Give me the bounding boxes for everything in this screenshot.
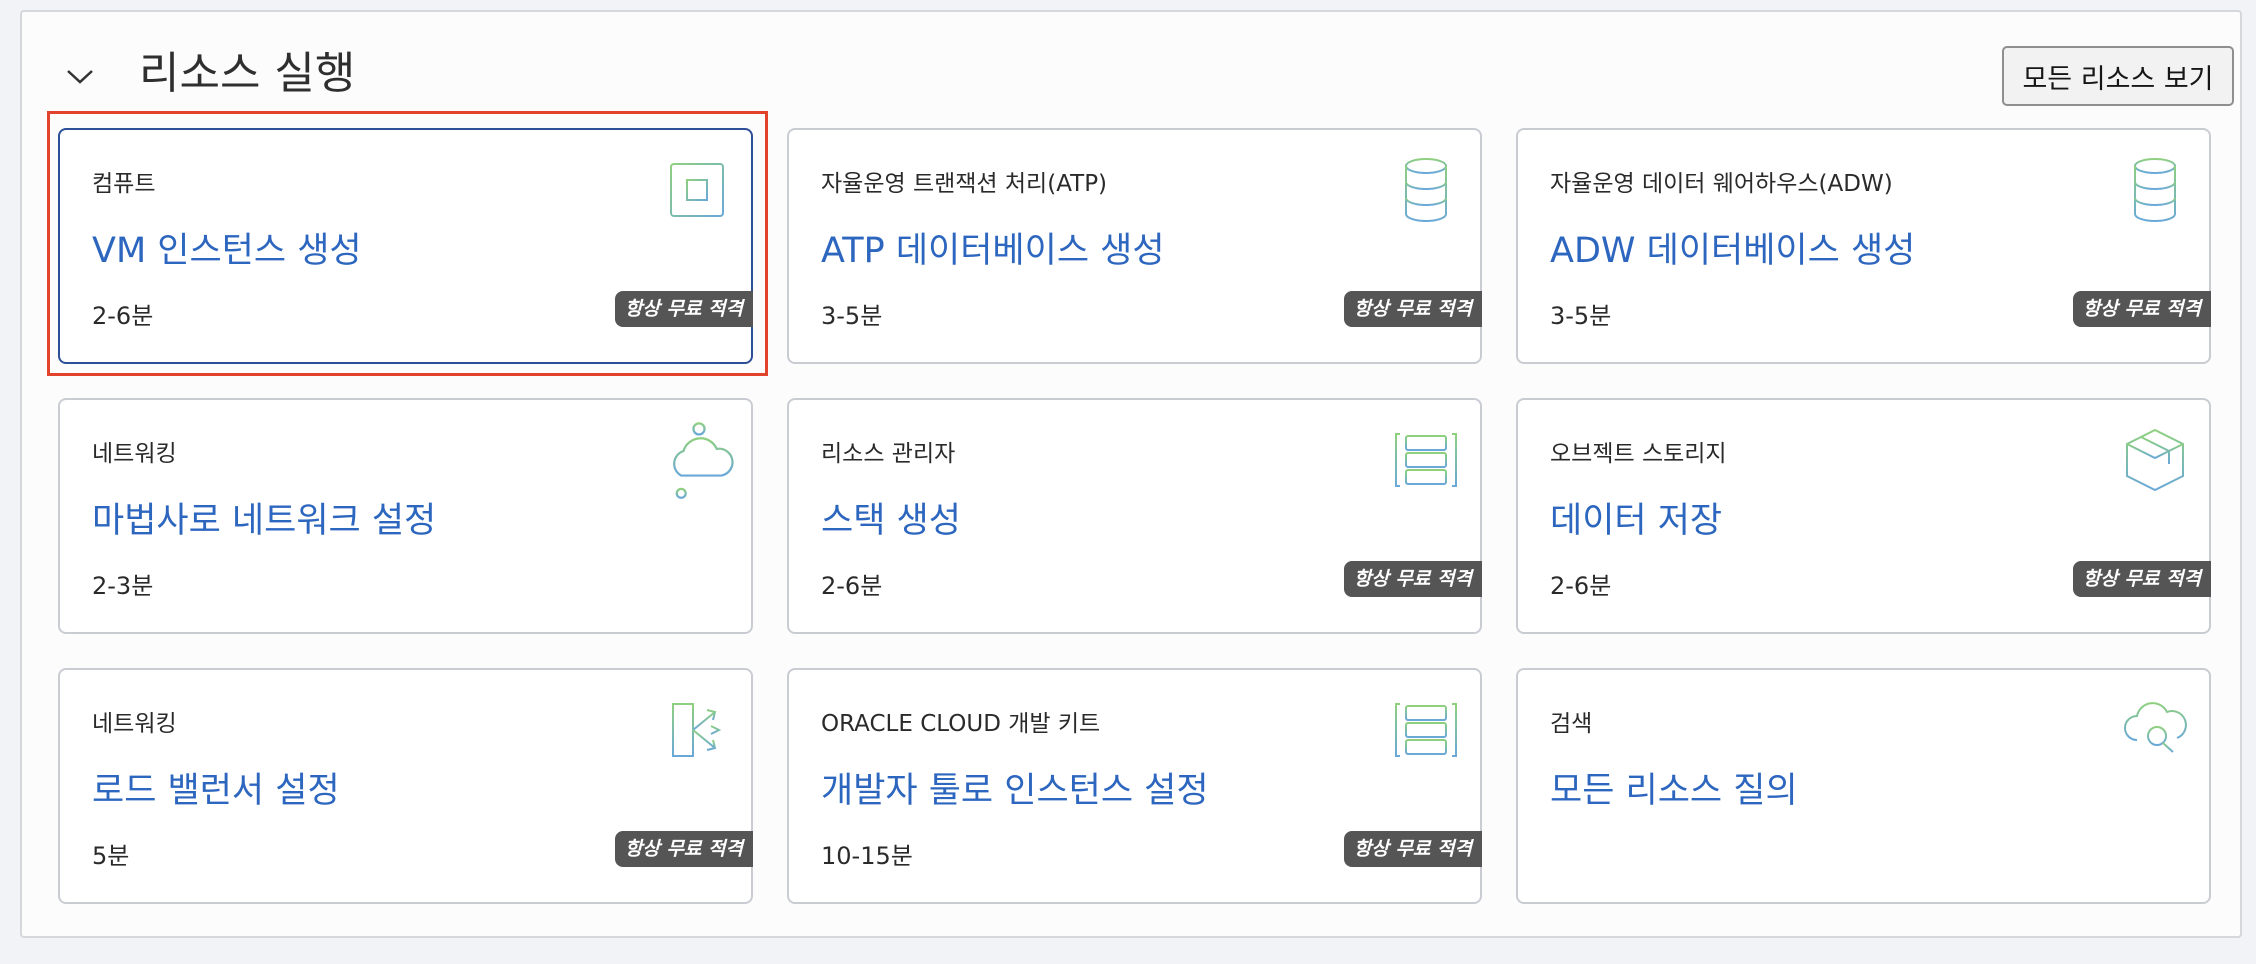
always-free-badge: 항상 무료 적격	[2072, 291, 2211, 327]
card-category: ORACLE CLOUD 개발 키트	[821, 711, 1101, 737]
card-create-atp-database[interactable]: 자율운영 트랜잭션 처리(ATP) ATP 데이터베이스 생성 3-5분 항상 …	[787, 128, 1482, 364]
card-time: 2-6분	[92, 302, 154, 330]
always-free-badge: 항상 무료 적격	[1343, 291, 1482, 327]
card-category: 검색	[1550, 711, 1593, 737]
launch-resources-panel: 리소스 실행 모든 리소스 보기 컴퓨트 VM 인스턴스 생성 2-6분 항상 …	[20, 10, 2242, 938]
card-title-link[interactable]: VM 인스턴스 생성	[92, 222, 362, 273]
card-title-link[interactable]: 스택 생성	[821, 492, 961, 543]
card-category: 자율운영 데이터 웨어하우스(ADW)	[1550, 171, 1893, 197]
stack-icon	[1395, 703, 1457, 757]
card-query-all-resources[interactable]: 검색 모든 리소스 질의	[1516, 668, 2211, 904]
card-load-balancer[interactable]: 네트워킹 로드 밸런서 설정 5분 항상 무료 적격	[58, 668, 753, 904]
card-category: 자율운영 트랜잭션 처리(ATP)	[821, 171, 1108, 197]
card-time: 2-3분	[92, 572, 154, 600]
always-free-badge: 항상 무료 적격	[614, 831, 753, 867]
box-icon	[2126, 428, 2184, 492]
card-network-wizard[interactable]: 네트워킹 마법사로 네트워크 설정 2-3분	[58, 398, 753, 634]
card-time: 3-5분	[1550, 302, 1612, 330]
card-store-data[interactable]: 오브젝트 스토리지 데이터 저장 2-6분 항상 무료 적격	[1516, 398, 2211, 634]
card-time: 5분	[92, 842, 130, 870]
chip-icon	[663, 156, 731, 224]
collapse-toggle[interactable]	[60, 56, 100, 96]
card-developer-tools[interactable]: ORACLE CLOUD 개발 키트 개발자 툴로 인스턴스 설정 10-15분…	[787, 668, 1482, 904]
always-free-badge: 항상 무료 적격	[1343, 561, 1482, 597]
database-icon	[1405, 158, 1447, 222]
card-time: 3-5분	[821, 302, 883, 330]
card-create-stack[interactable]: 리소스 관리자 스택 생성 2-6분 항상 무료 적격	[787, 398, 1482, 634]
card-title-link[interactable]: ATP 데이터베이스 생성	[821, 222, 1165, 273]
card-time: 10-15분	[821, 842, 913, 870]
chevron-down-icon	[67, 70, 93, 84]
card-title-link[interactable]: 개발자 툴로 인스턴스 설정	[821, 762, 1209, 813]
card-category: 네트워킹	[92, 441, 177, 467]
database-icon	[2134, 158, 2176, 222]
always-free-badge: 항상 무료 적격	[2072, 561, 2211, 597]
card-title-link[interactable]: 로드 밸런서 설정	[92, 762, 340, 813]
always-free-badge: 항상 무료 적격	[1343, 831, 1482, 867]
view-all-resources-button[interactable]: 모든 리소스 보기	[2002, 46, 2234, 106]
card-category: 컴퓨트	[92, 171, 156, 197]
cloud-network-icon	[673, 422, 734, 499]
card-category: 오브젝트 스토리지	[1550, 441, 1727, 467]
card-create-adw-database[interactable]: 자율운영 데이터 웨어하우스(ADW) ADW 데이터베이스 생성 3-5분 항…	[1516, 128, 2211, 364]
card-category: 리소스 관리자	[821, 441, 956, 467]
card-title-link[interactable]: 마법사로 네트워크 설정	[92, 492, 436, 543]
load-balancer-icon	[665, 703, 722, 757]
section-title: 리소스 실행	[139, 48, 356, 99]
card-title-link[interactable]: ADW 데이터베이스 생성	[1550, 222, 1915, 273]
always-free-badge: 항상 무료 적격	[614, 291, 753, 327]
card-title-link[interactable]: 모든 리소스 질의	[1550, 762, 1798, 813]
card-time: 2-6분	[1550, 572, 1612, 600]
cloud-search-icon	[2124, 702, 2187, 753]
card-title-link[interactable]: 데이터 저장	[1550, 492, 1722, 543]
card-create-vm-instance[interactable]: 컴퓨트 VM 인스턴스 생성 2-6분 항상 무료 적격	[58, 128, 753, 364]
card-time: 2-6분	[821, 572, 883, 600]
card-category: 네트워킹	[92, 711, 177, 737]
stack-icon	[1395, 433, 1457, 487]
